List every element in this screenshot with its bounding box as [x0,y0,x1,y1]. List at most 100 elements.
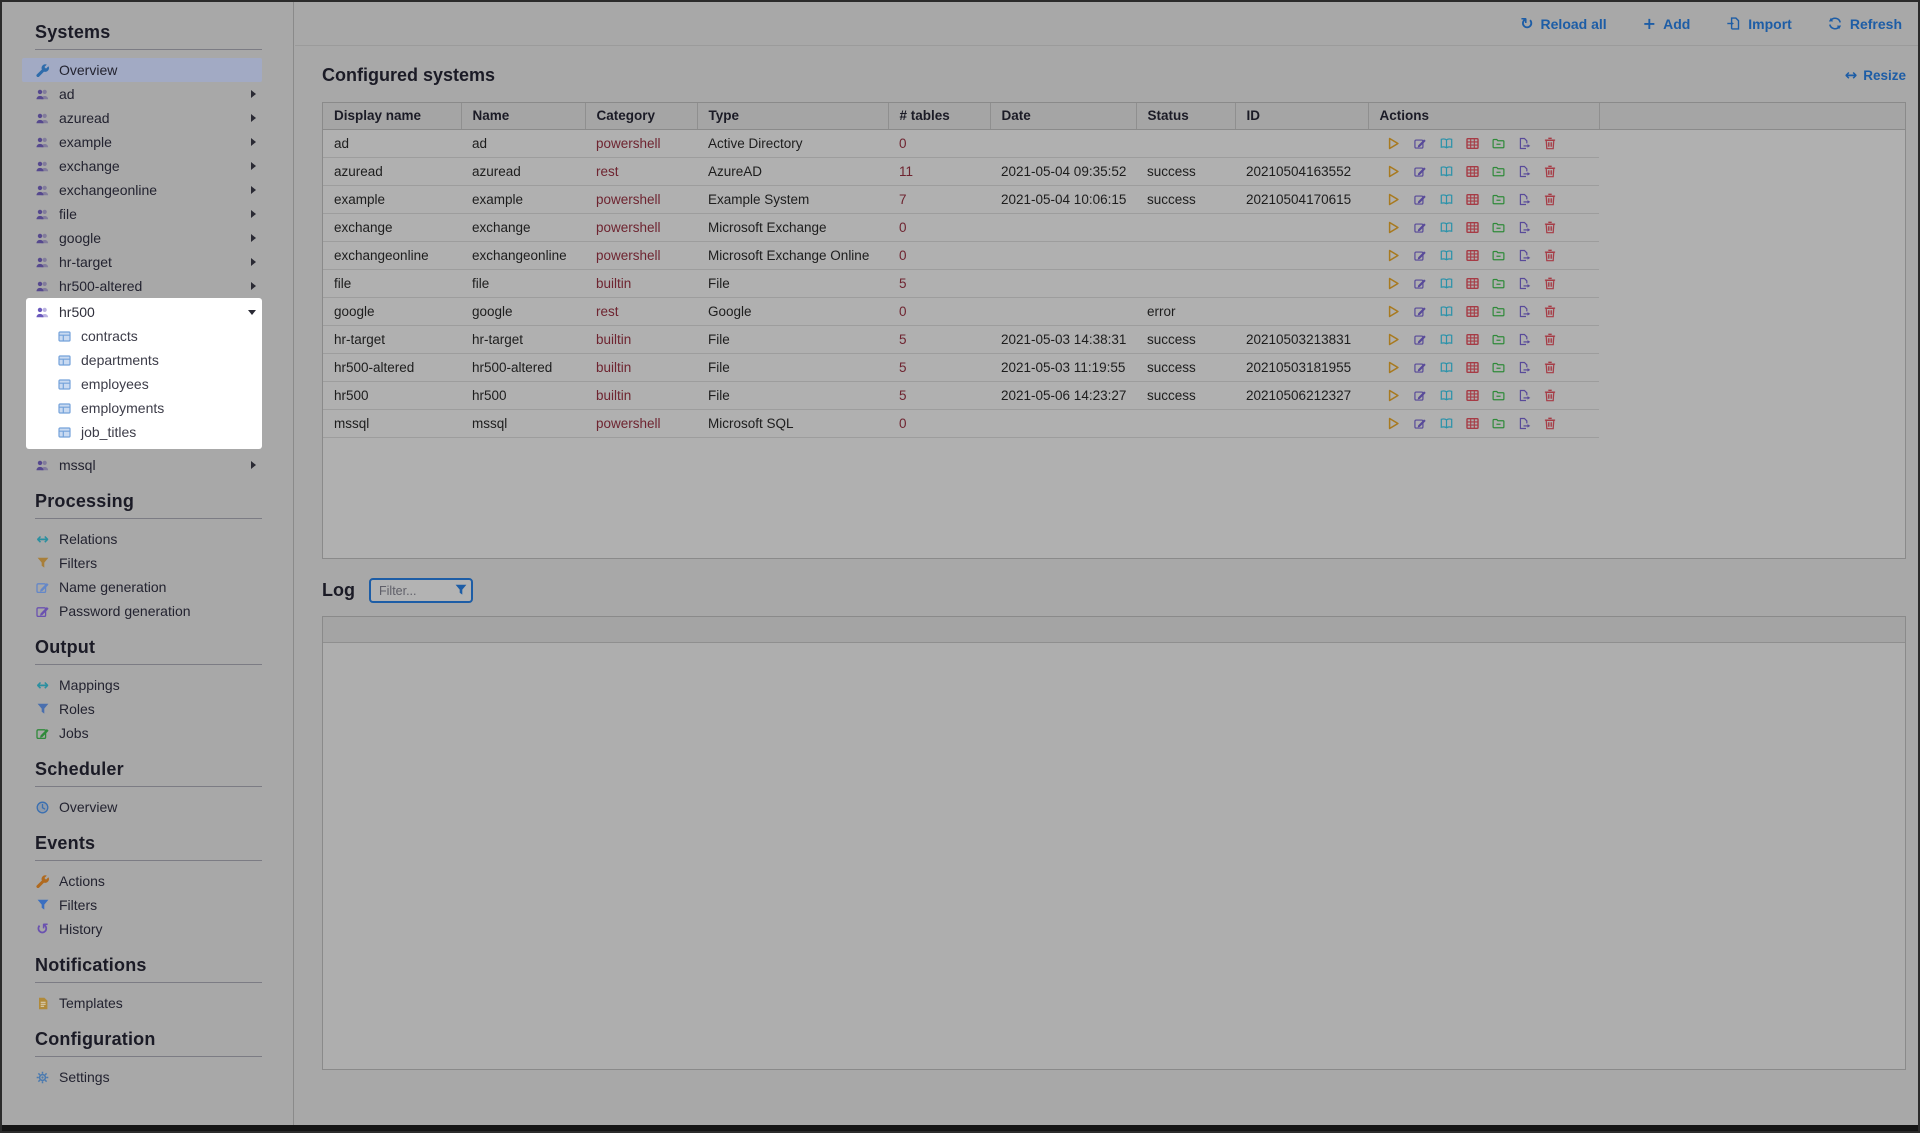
export-action-icon[interactable] [1518,221,1531,234]
open-folder-action-icon[interactable] [1492,389,1505,402]
export-action-icon[interactable] [1518,249,1531,262]
hr500-table-employments[interactable]: employments [22,396,262,420]
export-action-icon[interactable] [1518,361,1531,374]
hr500-table-contracts[interactable]: contracts [22,324,262,348]
sidebar-item-example[interactable]: example [22,130,262,154]
tables-action-icon[interactable] [1466,305,1479,318]
edit-action-icon[interactable] [1414,249,1427,262]
edit-action-icon[interactable] [1414,417,1427,430]
run-action-icon[interactable] [1388,165,1401,178]
caret-right-icon[interactable] [251,234,256,242]
sidebar-item-exchangeonline[interactable]: exchangeonline [22,178,262,202]
caret-right-icon[interactable] [251,162,256,170]
edit-action-icon[interactable] [1414,333,1427,346]
export-action-icon[interactable] [1518,193,1531,206]
edit-action-icon[interactable] [1414,137,1427,150]
delete-action-icon[interactable] [1544,305,1557,318]
delete-action-icon[interactable] [1544,137,1557,150]
tables-action-icon[interactable] [1466,221,1479,234]
run-action-icon[interactable] [1388,221,1401,234]
read-action-icon[interactable] [1440,277,1453,290]
caret-right-icon[interactable] [251,210,256,218]
tables-action-icon[interactable] [1466,249,1479,262]
read-action-icon[interactable] [1440,417,1453,430]
sidebar-item-mssql[interactable]: mssql [22,453,262,477]
tables-action-icon[interactable] [1466,361,1479,374]
tables-action-icon[interactable] [1466,417,1479,430]
hr500-table-employees[interactable]: employees [22,372,262,396]
open-folder-action-icon[interactable] [1492,165,1505,178]
sidebar-item-filters[interactable]: Filters [22,551,262,575]
open-folder-action-icon[interactable] [1492,137,1505,150]
export-action-icon[interactable] [1518,389,1531,402]
sidebar-item-file[interactable]: file [22,202,262,226]
import-button[interactable]: Import [1726,16,1792,32]
sidebar-item-google[interactable]: google [22,226,262,250]
sidebar-item-ad[interactable]: ad [22,82,262,106]
column-header-type[interactable]: Type [697,103,888,129]
edit-action-icon[interactable] [1414,193,1427,206]
run-action-icon[interactable] [1388,249,1401,262]
caret-down-icon[interactable] [248,310,256,315]
edit-action-icon[interactable] [1414,361,1427,374]
read-action-icon[interactable] [1440,137,1453,150]
read-action-icon[interactable] [1440,389,1453,402]
open-folder-action-icon[interactable] [1492,333,1505,346]
run-action-icon[interactable] [1388,193,1401,206]
caret-right-icon[interactable] [251,114,256,122]
read-action-icon[interactable] [1440,249,1453,262]
hr500-table-job-titles[interactable]: job_titles [22,420,262,444]
caret-right-icon[interactable] [251,258,256,266]
sidebar-item-jobs[interactable]: Jobs [22,721,262,745]
column-header-date[interactable]: Date [990,103,1136,129]
export-action-icon[interactable] [1518,137,1531,150]
open-folder-action-icon[interactable] [1492,249,1505,262]
resize-link[interactable]: ↔ Resize [1845,68,1906,83]
tables-action-icon[interactable] [1466,193,1479,206]
run-action-icon[interactable] [1388,333,1401,346]
run-action-icon[interactable] [1388,137,1401,150]
delete-action-icon[interactable] [1544,417,1557,430]
column-header-display-name[interactable]: Display name [323,103,461,129]
sidebar-item-relations[interactable]: ↔Relations [22,527,262,551]
column-header-name[interactable]: Name [461,103,585,129]
tables-action-icon[interactable] [1466,277,1479,290]
tables-action-icon[interactable] [1466,137,1479,150]
edit-action-icon[interactable] [1414,165,1427,178]
tables-action-icon[interactable] [1466,389,1479,402]
events-item-filters[interactable]: Filters [22,893,262,917]
sidebar-item-exchange[interactable]: exchange [22,154,262,178]
caret-right-icon[interactable] [251,461,256,469]
delete-action-icon[interactable] [1544,361,1557,374]
open-folder-action-icon[interactable] [1492,417,1505,430]
sidebar-item-overview[interactable]: Overview [22,58,262,82]
read-action-icon[interactable] [1440,361,1453,374]
sidebar-item-name-generation[interactable]: Name generation [22,575,262,599]
sidebar-item-mappings[interactable]: ↔Mappings [22,673,262,697]
delete-action-icon[interactable] [1544,165,1557,178]
column-header-id[interactable]: ID [1235,103,1368,129]
open-folder-action-icon[interactable] [1492,305,1505,318]
add-button[interactable]: + Add [1643,16,1691,32]
open-folder-action-icon[interactable] [1492,361,1505,374]
edit-action-icon[interactable] [1414,389,1427,402]
delete-action-icon[interactable] [1544,221,1557,234]
scheduler-item-overview[interactable]: Overview [22,795,262,819]
delete-action-icon[interactable] [1544,333,1557,346]
read-action-icon[interactable] [1440,221,1453,234]
events-item-history[interactable]: ↺History [22,917,262,941]
hr500-table-departments[interactable]: departments [22,348,262,372]
events-item-actions[interactable]: Actions [22,869,262,893]
delete-action-icon[interactable] [1544,193,1557,206]
sidebar-item-password-generation[interactable]: Password generation [22,599,262,623]
export-action-icon[interactable] [1518,277,1531,290]
tables-action-icon[interactable] [1466,165,1479,178]
sidebar-item-settings[interactable]: Settings [22,1065,262,1089]
export-action-icon[interactable] [1518,417,1531,430]
run-action-icon[interactable] [1388,305,1401,318]
refresh-button[interactable]: Refresh [1828,16,1902,32]
caret-right-icon[interactable] [251,90,256,98]
export-action-icon[interactable] [1518,333,1531,346]
tables-action-icon[interactable] [1466,333,1479,346]
run-action-icon[interactable] [1388,389,1401,402]
